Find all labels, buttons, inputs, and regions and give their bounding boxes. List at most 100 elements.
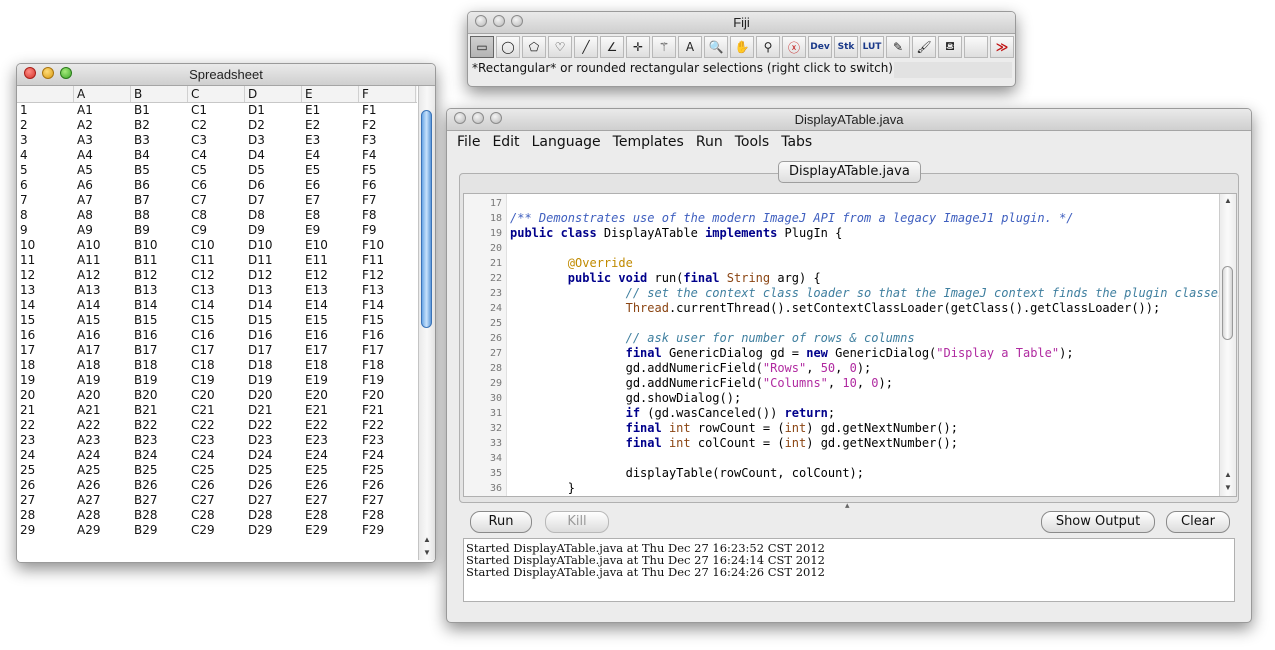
angle-tool-icon[interactable]: ∠ — [600, 36, 624, 58]
scroll-up-arrow-icon[interactable]: ▲ — [1220, 468, 1236, 481]
column-header[interactable]: E — [302, 86, 359, 102]
column-header[interactable] — [17, 86, 74, 102]
freehand-tool-icon[interactable]: ♡ — [548, 36, 572, 58]
table-row[interactable]: 29 A29 B29 C29 D29 E29 F29 — [17, 523, 417, 538]
table-row[interactable]: 27 A27 B27 C27 D27 E27 F27 — [17, 493, 417, 508]
table-cell: C20 — [191, 388, 215, 402]
polygon-tool-icon[interactable]: ⬠ — [522, 36, 546, 58]
scrollbar-thumb[interactable] — [421, 110, 432, 328]
table-row[interactable]: 2 A2 B2 C2 D2 E2 F2 — [17, 118, 417, 133]
zoom-icon[interactable] — [511, 15, 523, 27]
table-row[interactable]: 26 A26 B26 C26 D26 E26 F26 — [17, 478, 417, 493]
zoom-icon[interactable] — [490, 112, 502, 124]
line-tool-icon[interactable]: ╱ — [574, 36, 598, 58]
brush-tool-icon[interactable]: 🖌 — [912, 36, 936, 58]
table-cell: D28 — [248, 508, 273, 522]
point-tool-icon[interactable]: ✛ — [626, 36, 650, 58]
minimize-icon[interactable] — [493, 15, 505, 27]
close-icon[interactable] — [475, 15, 487, 27]
kill-button[interactable]: Kill — [545, 511, 609, 533]
column-header[interactable]: D — [245, 86, 302, 102]
table-row[interactable]: 24 A24 B24 C24 D24 E24 F24 — [17, 448, 417, 463]
dropper-tool-icon[interactable]: ⚲ — [756, 36, 780, 58]
text-tool-icon[interactable]: A — [678, 36, 702, 58]
table-row[interactable]: 9 A9 B9 C9 D9 E9 F9 — [17, 223, 417, 238]
table-cell: 14 — [20, 298, 36, 312]
table-row[interactable]: 3 A3 B3 C3 D3 E3 F3 — [17, 133, 417, 148]
stk-menu-icon[interactable]: Stk — [834, 36, 858, 58]
pencil-tool-icon[interactable]: ✎ — [886, 36, 910, 58]
stop-tool-icon[interactable]: ⓧ — [782, 36, 806, 58]
menu-edit[interactable]: Edit — [486, 131, 525, 153]
table-row[interactable]: 6 A6 B6 C6 D6 E6 F6 — [17, 178, 417, 193]
table-row[interactable]: 25 A25 B25 C25 D25 E25 F25 — [17, 463, 417, 478]
empty-slot-icon[interactable] — [964, 36, 988, 58]
column-header[interactable]: C — [188, 86, 245, 102]
table-row[interactable]: 7 A7 B7 C7 D7 E7 F7 — [17, 193, 417, 208]
scroll-down-arrow-icon[interactable]: ▼ — [1220, 481, 1236, 494]
table-row[interactable]: 14 A14 B14 C14 D14 E14 F14 — [17, 298, 417, 313]
flood-fill-tool-icon[interactable]: ⛾ — [938, 36, 962, 58]
table-cell: 22 — [20, 418, 36, 432]
spreadsheet-scrollbar[interactable]: ▲ ▼ — [418, 86, 435, 560]
rectangle-tool-icon[interactable]: ▭ — [470, 36, 494, 58]
tab-displayatable-java[interactable]: DisplayATable.java — [778, 161, 921, 183]
scroll-top-arrow-icon[interactable]: ▲ — [1220, 194, 1236, 207]
oval-tool-icon[interactable]: ◯ — [496, 36, 520, 58]
table-row[interactable]: 1 A1 B1 C1 D1 E1 F1 — [17, 103, 417, 118]
spreadsheet-titlebar[interactable]: Spreadsheet — [17, 64, 435, 86]
close-icon[interactable] — [24, 67, 36, 79]
close-icon[interactable] — [454, 112, 466, 124]
menu-tools[interactable]: Tools — [729, 131, 776, 153]
table-row[interactable]: 19 A19 B19 C19 D19 E19 F19 — [17, 373, 417, 388]
table-row[interactable]: 15 A15 B15 C15 D15 E15 F15 — [17, 313, 417, 328]
table-row[interactable]: 23 A23 B23 C23 D23 E23 F23 — [17, 433, 417, 448]
table-row[interactable]: 13 A13 B13 C13 D13 E13 F13 — [17, 283, 417, 298]
code-editor[interactable]: 17 18 /** Demonstrates use of the modern I… — [463, 193, 1237, 497]
table-row[interactable]: 5 A5 B5 C5 D5 E5 F5 — [17, 163, 417, 178]
table-row[interactable]: 16 A16 B16 C16 D16 E16 F16 — [17, 328, 417, 343]
menu-templates[interactable]: Templates — [607, 131, 690, 153]
table-row[interactable]: 18 A18 B18 C18 D18 E18 F18 — [17, 358, 417, 373]
run-button[interactable]: Run — [470, 511, 532, 533]
table-cell: C13 — [191, 283, 215, 297]
menu-run[interactable]: Run — [690, 131, 729, 153]
menu-tabs[interactable]: Tabs — [775, 131, 818, 153]
table-row[interactable]: 22 A22 B22 C22 D22 E22 F22 — [17, 418, 417, 433]
scroll-up-arrow-icon[interactable]: ▲ — [419, 533, 435, 546]
show-output-button[interactable]: Show Output — [1041, 511, 1155, 533]
scrollbar-thumb[interactable] — [1222, 266, 1233, 340]
table-row[interactable]: 20 A20 B20 C20 D20 E20 F20 — [17, 388, 417, 403]
menu-language[interactable]: Language — [526, 131, 607, 153]
column-header[interactable]: F — [359, 86, 416, 102]
minimize-icon[interactable] — [42, 67, 54, 79]
menu-file[interactable]: File — [451, 131, 486, 153]
clear-button[interactable]: Clear — [1166, 511, 1230, 533]
wand-tool-icon[interactable]: ⚚ — [652, 36, 676, 58]
zoom-icon[interactable] — [60, 67, 72, 79]
table-row[interactable]: 8 A8 B8 C8 D8 E8 F8 — [17, 208, 417, 223]
table-row[interactable]: 4 A4 B4 C4 D4 E4 F4 — [17, 148, 417, 163]
table-row[interactable]: 17 A17 B17 C17 D17 E17 F17 — [17, 343, 417, 358]
scroll-down-arrow-icon[interactable]: ▼ — [419, 546, 435, 559]
minimize-icon[interactable] — [472, 112, 484, 124]
dev-menu-icon[interactable]: Dev — [808, 36, 832, 58]
code-text: @Override — [567, 256, 633, 270]
column-header[interactable]: B — [131, 86, 188, 102]
code-scrollbar[interactable]: ▲ ▲ ▼ — [1219, 194, 1236, 496]
table-row[interactable]: 28 A28 B28 C28 D28 E28 F28 — [17, 508, 417, 523]
editor-titlebar[interactable]: DisplayATable.java — [447, 109, 1251, 131]
column-header[interactable]: A — [74, 86, 131, 102]
fiji-titlebar[interactable]: Fiji — [468, 12, 1015, 34]
table-row[interactable]: 11 A11 B11 C11 D11 E11 F11 — [17, 253, 417, 268]
table-cell: F28 — [362, 508, 385, 522]
table-row[interactable]: 12 A12 B12 C12 D12 E12 F12 — [17, 268, 417, 283]
split-divider-handle[interactable]: ▴ — [845, 500, 850, 511]
hand-tool-icon[interactable]: ✋ — [730, 36, 754, 58]
table-row[interactable]: 10 A10 B10 C10 D10 E10 F10 — [17, 238, 417, 253]
table-row[interactable]: 21 A21 B21 C21 D21 E21 F21 — [17, 403, 417, 418]
lut-menu-icon[interactable]: LUT — [860, 36, 884, 58]
output-pane[interactable]: Started DisplayATable.java at Thu Dec 27… — [463, 538, 1235, 602]
more-tools-icon[interactable]: ≫ — [990, 36, 1014, 58]
magnifier-tool-icon[interactable]: 🔍 — [704, 36, 728, 58]
